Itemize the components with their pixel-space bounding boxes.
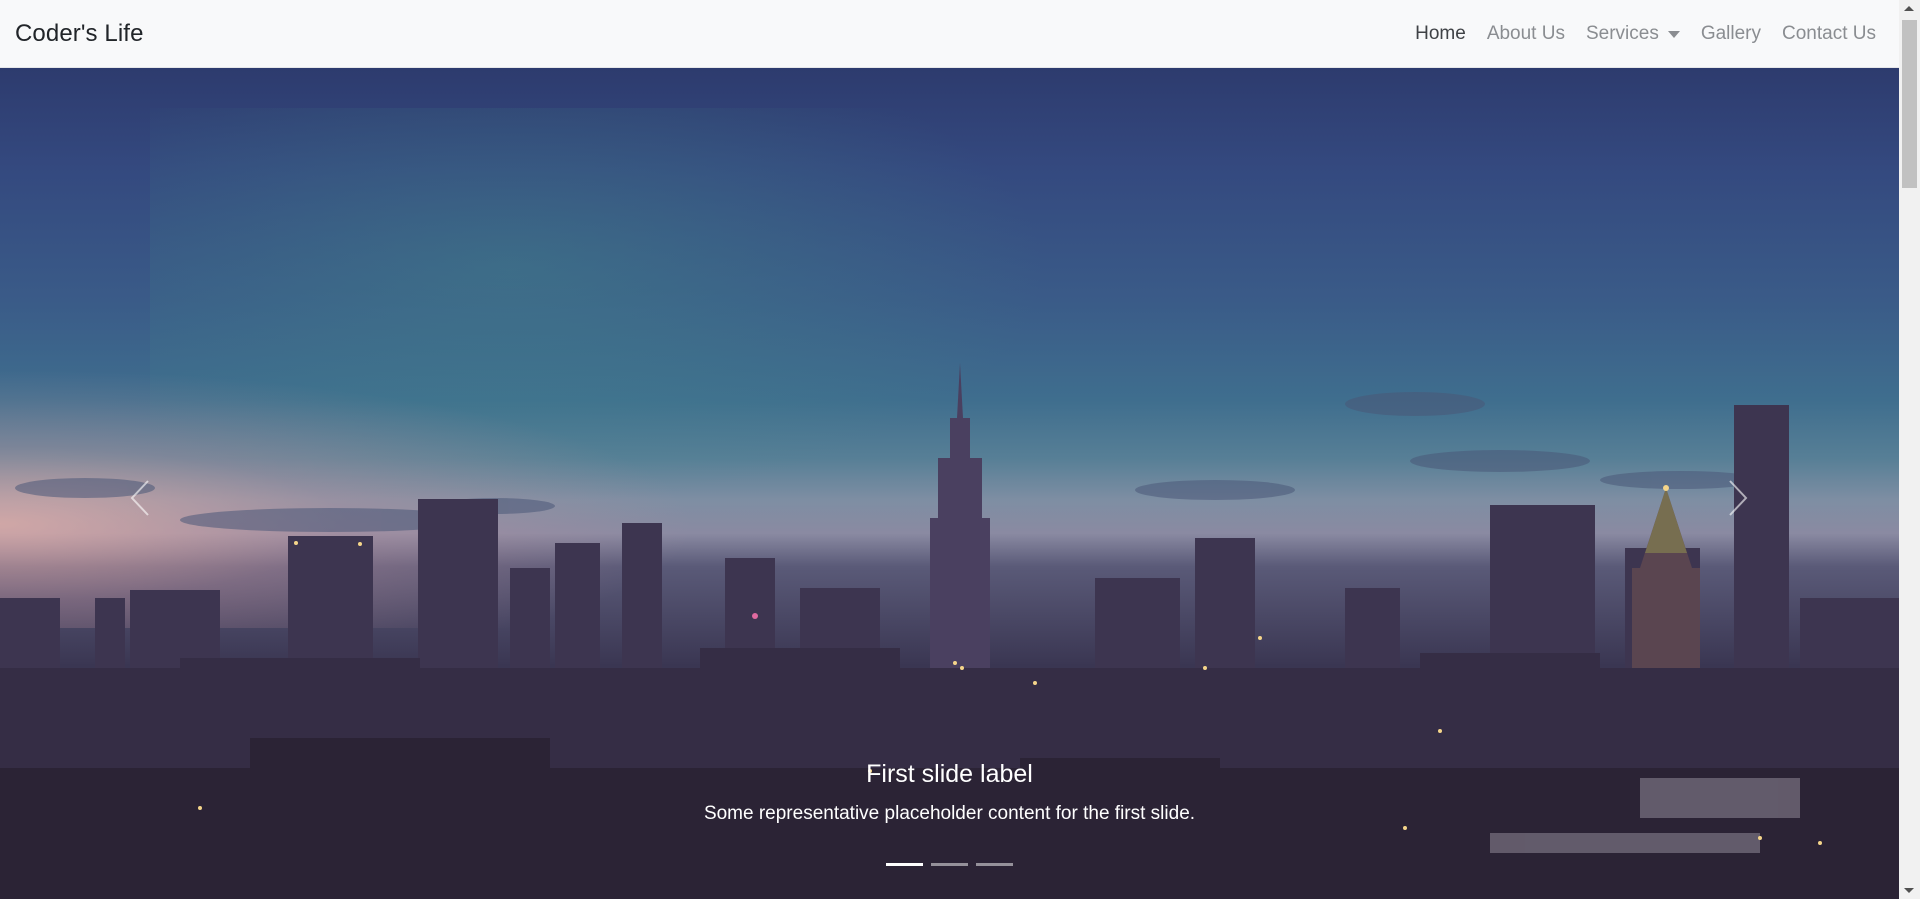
chevron-left-icon	[130, 480, 149, 516]
nav-link-services-label: Services	[1585, 22, 1659, 44]
carousel-prev-control[interactable]	[120, 468, 160, 528]
caption-text: Some representative placeholder content …	[703, 803, 1196, 824]
nav-link-services[interactable]: Services	[1586, 23, 1680, 45]
nav-link-contact-us[interactable]: Contact Us	[1782, 23, 1876, 45]
navbar: Coder's Life Home About Us Services Gall…	[0, 0, 1899, 68]
carousel-next-control[interactable]	[1718, 468, 1758, 528]
carousel-caption: First slide label Some representative pl…	[0, 760, 1899, 825]
carousel-indicator-1[interactable]	[886, 863, 923, 866]
caret-down-icon	[1667, 31, 1680, 38]
brand-logo[interactable]: Coder's Life	[15, 20, 144, 48]
caption-title: First slide label	[866, 760, 1033, 788]
scrollbar-thumb[interactable]	[1902, 20, 1917, 188]
scroll-down-arrow-icon[interactable]	[1904, 888, 1914, 893]
nav-link-about-us[interactable]: About Us	[1487, 23, 1565, 45]
nav-links: Home About Us Services Gallery Contact U…	[1394, 23, 1876, 45]
nav-link-home[interactable]: Home	[1415, 23, 1466, 45]
page-scrollbar[interactable]	[1899, 0, 1920, 899]
hero-carousel: First slide label Some representative pl…	[0, 68, 1899, 899]
chevron-right-icon	[1729, 480, 1748, 516]
nav-link-gallery[interactable]: Gallery	[1701, 23, 1761, 45]
scroll-up-arrow-icon[interactable]	[1904, 6, 1914, 11]
carousel-indicator-2[interactable]	[931, 863, 968, 866]
carousel-indicators	[0, 863, 1899, 866]
carousel-indicator-3[interactable]	[976, 863, 1013, 866]
